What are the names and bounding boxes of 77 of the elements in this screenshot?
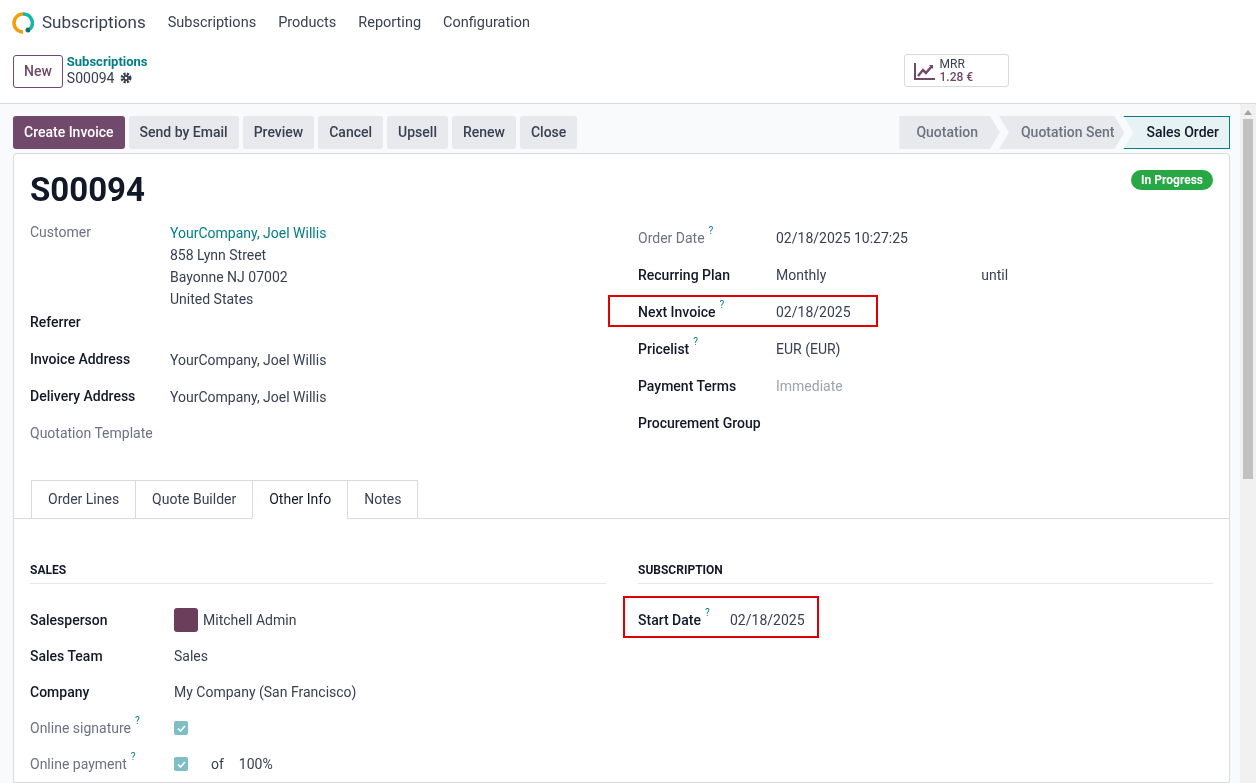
field-value: YourCompany, Joel Willis — [170, 351, 327, 370]
field-label: Online signature — [30, 718, 131, 738]
field-label: Next Invoice — [638, 303, 716, 322]
menu-item[interactable]: Subscriptions — [167, 11, 257, 34]
action-button[interactable]: Close — [519, 116, 578, 149]
mrr-label: MRR — [939, 57, 965, 71]
action-button[interactable]: Send by Email — [128, 116, 239, 149]
help-mark[interactable]: ? — [693, 337, 698, 347]
gear-icon[interactable] — [120, 72, 133, 84]
field-label: Recurring Plan — [638, 266, 730, 285]
section-heading: SUBSCRIPTION — [638, 561, 1213, 584]
action-button[interactable]: Preview — [242, 116, 315, 149]
field-label: Invoice Address — [30, 350, 131, 369]
action-button[interactable]: Renew — [451, 116, 516, 149]
field-value: until — [981, 266, 1009, 285]
help-mark[interactable]: ? — [704, 607, 710, 618]
action-button[interactable]: Upsell — [387, 116, 448, 149]
field-value[interactable]: Mitchell Admin — [203, 609, 297, 631]
scroll-up-icon[interactable] — [1244, 110, 1252, 115]
field-value[interactable]: Sales — [174, 645, 208, 667]
field-value[interactable]: 02/18/2025 — [730, 609, 805, 631]
avatar — [174, 608, 198, 632]
field-value: 858 Lynn Street — [170, 246, 268, 265]
scrollbar[interactable] — [1240, 104, 1256, 783]
new-button[interactable]: New — [13, 55, 63, 88]
help-mark[interactable]: ? — [708, 226, 714, 236]
field-label: of — [211, 754, 224, 774]
field-label: Online payment — [30, 754, 127, 774]
field-label: Procurement Group — [638, 414, 761, 433]
field-value[interactable]: 02/18/2025 10:27:25 — [776, 228, 908, 249]
mrr-value: 1.28 € — [939, 70, 974, 84]
status-stage[interactable]: Sales Order — [1123, 116, 1230, 149]
checkbox[interactable] — [174, 757, 188, 771]
action-button[interactable]: Create Invoice — [13, 116, 125, 149]
field-value[interactable]: 02/18/2025 — [776, 302, 851, 323]
scrollbar-thumb[interactable] — [1243, 119, 1253, 479]
line-chart-icon — [913, 61, 936, 80]
status-stage[interactable]: Quotation Sent — [998, 116, 1125, 149]
field-value: United States — [170, 290, 255, 309]
action-button[interactable]: Cancel — [318, 116, 384, 149]
mrr-button[interactable]: MRR 1.28 € — [903, 54, 1009, 87]
field-label: Delivery Address — [30, 387, 136, 406]
menu-item[interactable]: Products — [278, 11, 337, 34]
field-label: Customer — [30, 223, 91, 242]
section-heading: SALES — [30, 561, 606, 584]
checkbox[interactable] — [174, 721, 188, 735]
field-label: Start Date — [638, 610, 701, 630]
help-mark[interactable]: ? — [135, 715, 140, 726]
breadcrumb-link[interactable]: Subscriptions — [66, 54, 148, 70]
field-label: Salesperson — [30, 610, 108, 630]
field-label: Payment Terms — [638, 377, 737, 396]
customer-link[interactable]: YourCompany, Joel Willis — [170, 222, 327, 244]
status-stage[interactable]: Quotation — [899, 116, 1000, 149]
record-name: S00094 — [66, 70, 115, 86]
form-tab[interactable]: Notes — [347, 480, 419, 519]
field-label: Sales Team — [30, 646, 103, 666]
field-value[interactable]: EUR (EUR) — [776, 339, 841, 360]
app-logo-icon[interactable] — [12, 11, 34, 34]
record-title: S00094 — [30, 169, 145, 211]
form-tab[interactable]: Other Info — [252, 480, 349, 519]
field-label: Order Date — [638, 229, 705, 248]
status-badge: In Progress — [1131, 170, 1213, 190]
help-mark[interactable]: ? — [130, 751, 136, 762]
field-value[interactable]: 100% — [238, 753, 273, 775]
help-mark[interactable]: ? — [719, 300, 725, 310]
field-label: Referrer — [30, 313, 81, 332]
field-value: Bayonne NJ 07002 — [170, 268, 289, 287]
menu-item[interactable]: Reporting — [358, 11, 422, 34]
field-value: YourCompany, Joel Willis — [170, 388, 327, 407]
field-label: Quotation Template — [30, 424, 153, 443]
field-value[interactable]: Monthly — [776, 265, 827, 286]
form-tab[interactable]: Order Lines — [31, 480, 137, 519]
field-label: Company — [30, 682, 90, 702]
menu-item[interactable]: Configuration — [443, 11, 530, 34]
app-name[interactable]: Subscriptions — [42, 9, 146, 36]
field-value[interactable]: My Company (San Francisco) — [174, 681, 357, 703]
field-label: Pricelist — [638, 340, 690, 359]
